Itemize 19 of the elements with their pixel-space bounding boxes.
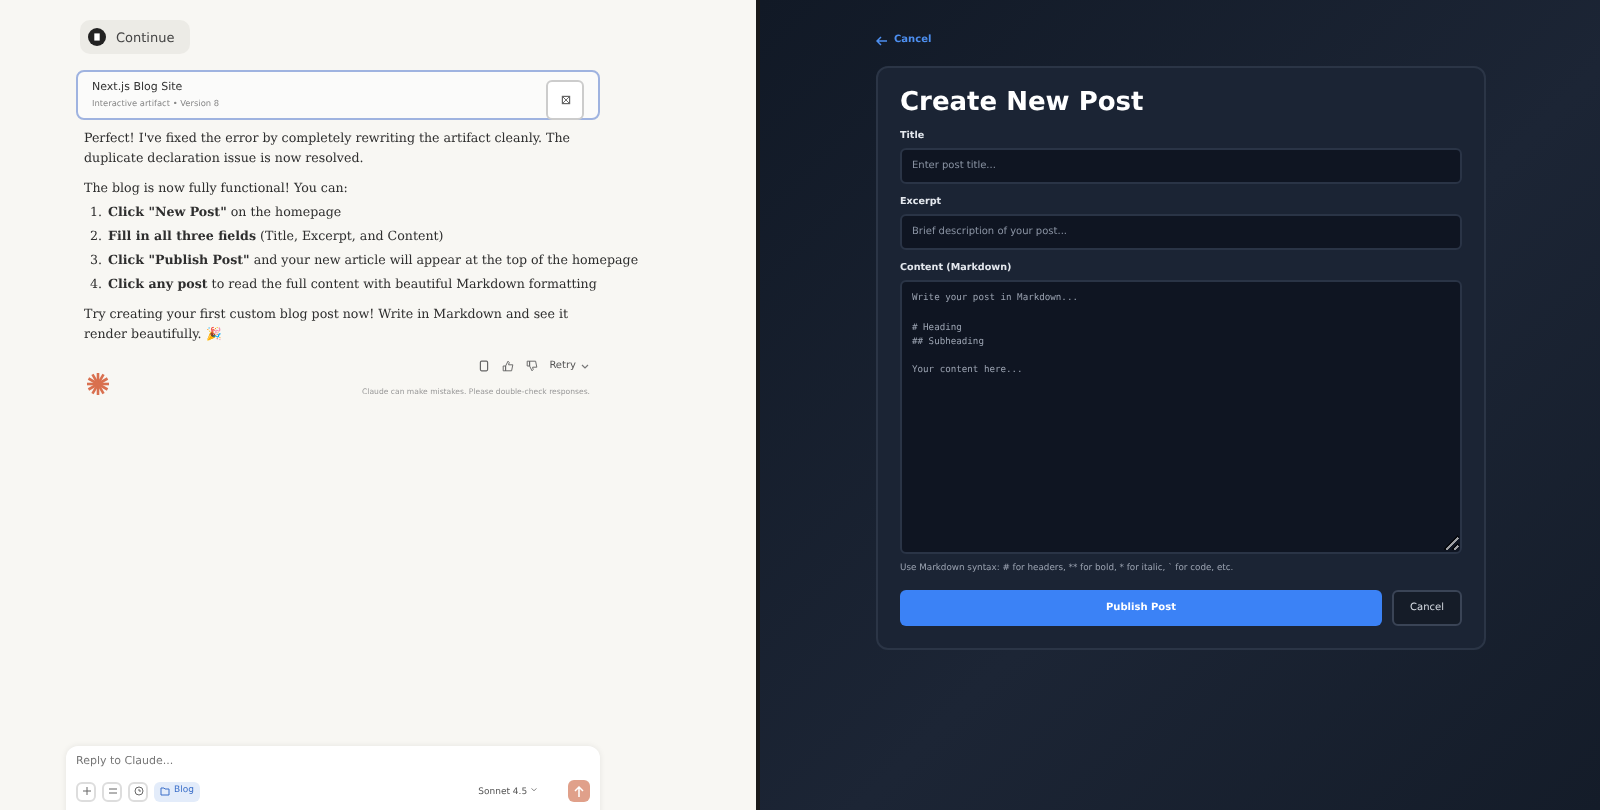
sparkle-logo-icon (86, 372, 110, 396)
file-icon (559, 94, 571, 106)
tools-button[interactable] (102, 781, 122, 801)
history-button[interactable] (128, 781, 148, 801)
arrow-left-icon (876, 35, 888, 45)
arrow-up-icon (574, 785, 584, 797)
clock-icon (133, 786, 143, 796)
add-button[interactable] (76, 781, 96, 801)
send-button[interactable] (568, 780, 590, 802)
form-heading: Create New Post (900, 88, 1146, 118)
folder-icon (160, 786, 170, 796)
copy-icon[interactable] (477, 360, 490, 372)
sliders-icon (107, 786, 117, 796)
avatar-icon (88, 28, 106, 46)
thumbs-down-icon[interactable] (525, 360, 538, 372)
chevron-down-icon (530, 785, 538, 793)
thumbs-up-icon[interactable] (501, 360, 514, 372)
plus-icon (81, 786, 91, 796)
chevron-down-icon (580, 361, 590, 371)
